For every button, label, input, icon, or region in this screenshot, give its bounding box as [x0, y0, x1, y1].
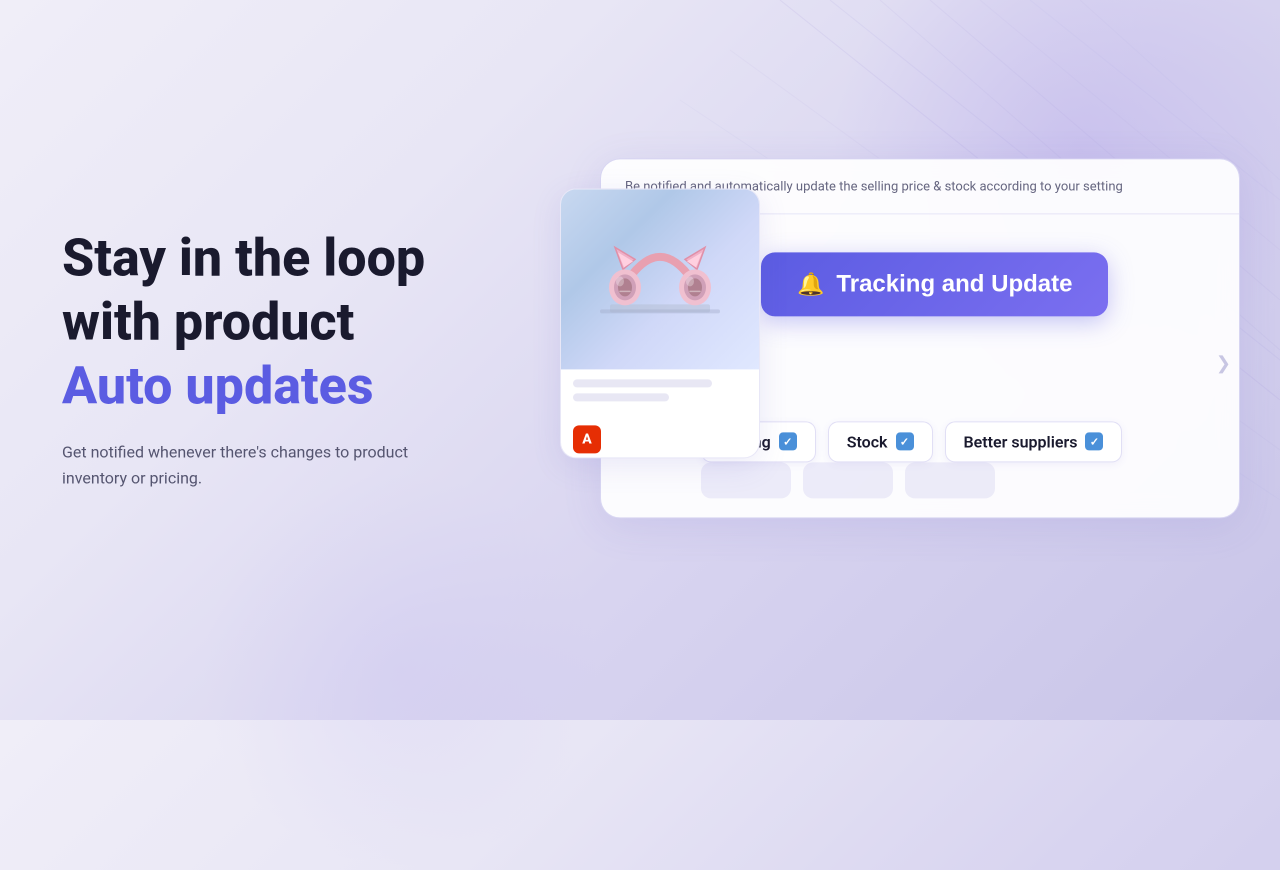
tag-placeholder-1 [701, 462, 791, 498]
tag-stock[interactable]: Stock ✓ [828, 421, 933, 462]
tags-row-placeholder [701, 462, 995, 498]
ali-logo-letter: A [582, 431, 591, 447]
tag-stock-label: Stock [847, 432, 888, 451]
product-bar-1 [573, 379, 712, 387]
arrow-right-icon: ❯ [1216, 352, 1231, 373]
product-image [561, 189, 759, 369]
tracking-button-label: Tracking and Update [836, 270, 1072, 298]
ali-logo: A [573, 425, 601, 453]
tag-stock-checkbox: ✓ [896, 432, 914, 450]
left-content: Stay in the loop with product Auto updat… [62, 229, 502, 492]
headphones-svg [590, 209, 730, 349]
product-info [561, 369, 759, 417]
subtext: Get notified whenever there's changes to… [62, 440, 442, 491]
tag-placeholder-3 [905, 462, 995, 498]
headline-text-2: with product [62, 292, 354, 353]
bg-blob-2 [200, 470, 600, 870]
tag-better-suppliers-checkbox: ✓ [1085, 432, 1103, 450]
headline-line2: with product [62, 293, 502, 353]
tags-row: Pricing ✓ Stock ✓ Better suppliers ✓ [701, 421, 1122, 462]
bell-icon: 🔔 [797, 271, 824, 297]
product-bar-2 [573, 393, 669, 401]
headline-accent: Auto updates [62, 356, 502, 416]
headline-text-1: Stay in the loop [62, 228, 425, 289]
product-card: A [560, 188, 760, 458]
product-footer: A [561, 417, 759, 458]
tag-pricing-checkbox: ✓ [779, 432, 797, 450]
tag-placeholder-2 [803, 462, 893, 498]
headline-line1: Stay in the loop [62, 229, 502, 289]
right-mockup: Be notified and automatically update the… [560, 158, 1240, 578]
tracking-update-button[interactable]: 🔔 Tracking and Update [761, 252, 1108, 316]
tag-better-suppliers-label: Better suppliers [964, 432, 1078, 451]
tag-better-suppliers[interactable]: Better suppliers ✓ [945, 421, 1123, 462]
